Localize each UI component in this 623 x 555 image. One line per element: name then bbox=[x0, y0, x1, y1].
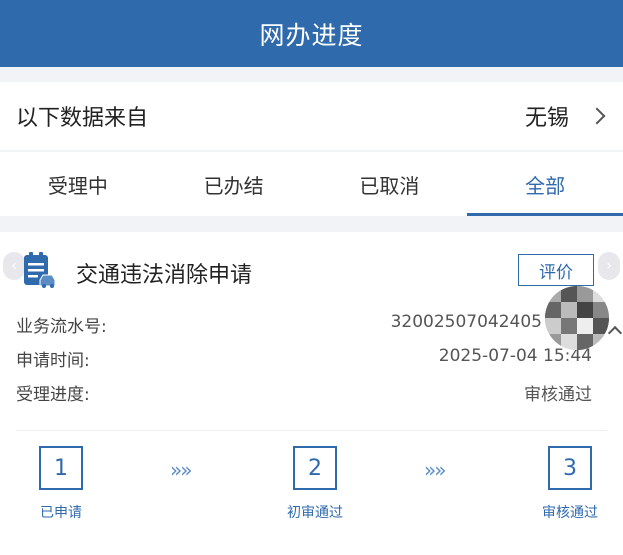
document-car-icon bbox=[24, 252, 56, 288]
step-label: 初审通过 bbox=[287, 505, 343, 521]
serial-number-row: 业务流水号: 32002507042405 bbox=[16, 312, 592, 337]
source-city-selector[interactable]: 无锡 bbox=[525, 100, 607, 132]
divider bbox=[16, 430, 607, 431]
progress-label: 受理进度: bbox=[16, 385, 90, 405]
status-tabs: 受理中 已办结 已取消 全部 bbox=[0, 152, 623, 216]
chevron-right-icon[interactable]: › bbox=[598, 252, 620, 280]
tab-cancelled[interactable]: 已取消 bbox=[312, 152, 468, 216]
application-title: 交通违法消除申请 bbox=[76, 263, 253, 288]
step-2: 2 初审通过 bbox=[275, 446, 355, 522]
chevron-up-icon[interactable] bbox=[607, 325, 623, 341]
double-chevron-icon: »» bbox=[170, 458, 193, 482]
step-number: 2 bbox=[293, 446, 337, 490]
serial-number-label: 业务流水号: bbox=[16, 317, 107, 337]
tab-completed[interactable]: 已办结 bbox=[156, 152, 312, 216]
application-card[interactable]: ‹ › 交通违法消除申请 评价 业务流水号: 32002507042405 申请… bbox=[0, 232, 623, 555]
progress-value: 审核通过 bbox=[524, 385, 592, 405]
rate-button[interactable]: 评价 bbox=[518, 254, 594, 286]
floating-avatar[interactable] bbox=[545, 286, 609, 350]
double-chevron-icon: »» bbox=[424, 458, 447, 482]
step-label: 已申请 bbox=[40, 505, 82, 521]
source-label: 以下数据来自 bbox=[16, 106, 149, 131]
tab-all[interactable]: 全部 bbox=[467, 152, 623, 216]
data-source-row[interactable]: 以下数据来自 无锡 bbox=[0, 82, 623, 150]
step-label: 审核通过 bbox=[542, 505, 598, 521]
step-3: 3 审核通过 bbox=[530, 446, 610, 522]
step-1: 1 已申请 bbox=[21, 446, 101, 522]
app-header: 网办进度 bbox=[0, 0, 623, 67]
apply-time-row: 申请时间: 2025-07-04 15:44 bbox=[16, 346, 592, 371]
apply-time-label: 申请时间: bbox=[16, 351, 90, 371]
source-city: 无锡 bbox=[524, 106, 569, 131]
step-number: 3 bbox=[548, 446, 592, 490]
serial-number-value: 32002507042405 bbox=[390, 312, 542, 332]
step-number: 1 bbox=[39, 446, 83, 490]
page-title: 网办进度 bbox=[259, 20, 364, 50]
progress-row: 受理进度: 审核通过 bbox=[16, 380, 592, 405]
tab-processing[interactable]: 受理中 bbox=[0, 152, 156, 216]
chevron-right-icon bbox=[588, 107, 606, 125]
